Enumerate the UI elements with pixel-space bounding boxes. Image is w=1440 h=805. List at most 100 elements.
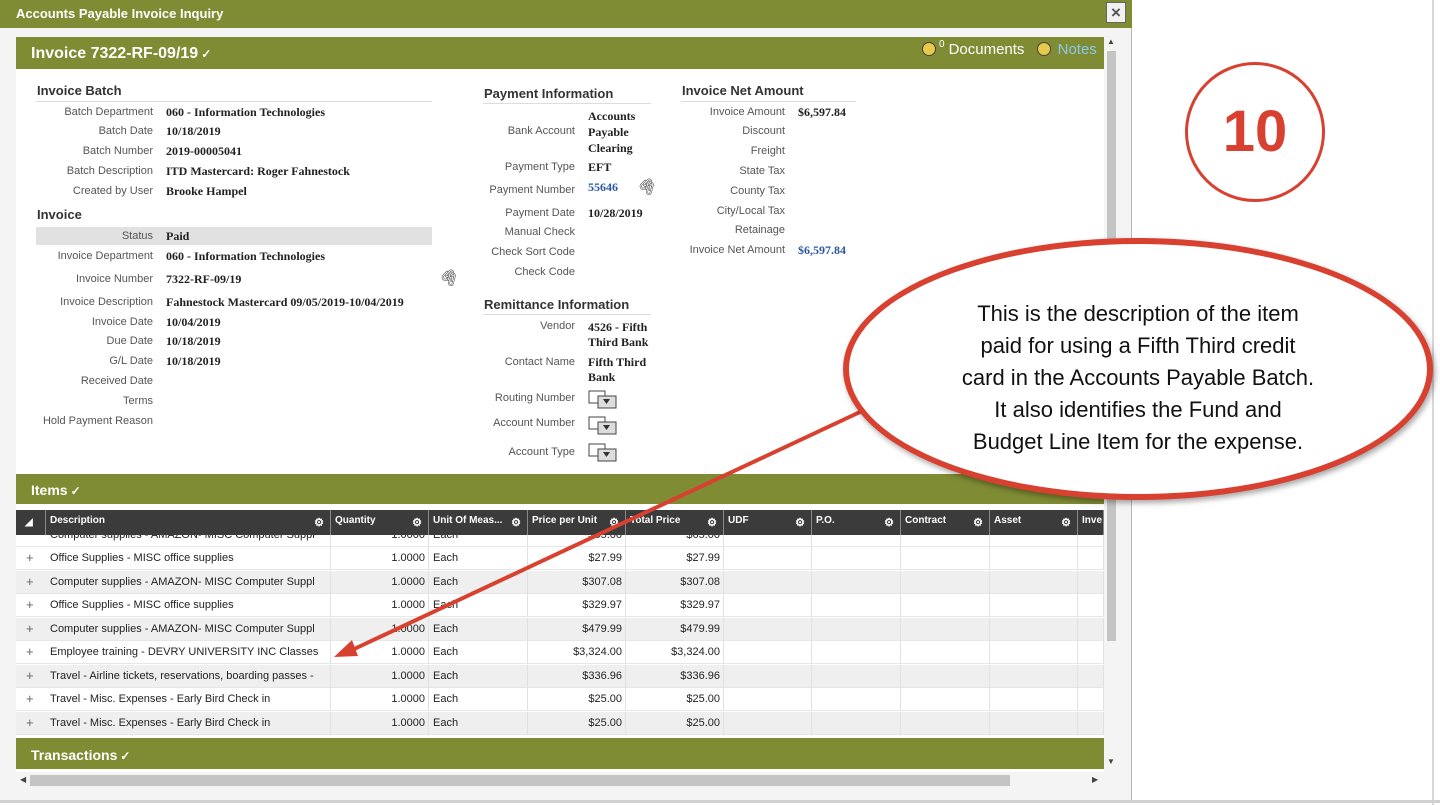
documents-link[interactable]: Documents	[949, 41, 1025, 58]
empty-cell	[724, 570, 812, 594]
scroll-right-icon[interactable]: ▶	[1092, 775, 1098, 784]
expand-row-icon[interactable]: +	[26, 597, 34, 612]
cell-unit: Each	[429, 617, 528, 641]
field-value: 10/18/2019	[166, 334, 221, 348]
column-header[interactable]: Contract ⚙	[901, 510, 990, 535]
field-value: $6,597.84	[798, 243, 846, 257]
notes-icon[interactable]	[1036, 42, 1051, 56]
field-label: Discount	[742, 125, 785, 137]
divider	[681, 101, 856, 102]
expand-row-icon[interactable]: +	[26, 621, 34, 636]
cell-price: $25.00	[528, 688, 626, 711]
gear-icon[interactable]: ⚙	[884, 516, 894, 529]
empty-cell	[812, 594, 901, 617]
expand-check-icon[interactable]: ✓	[71, 484, 81, 498]
column-header[interactable]: P.O. ⚙	[812, 510, 901, 535]
gear-icon[interactable]: ⚙	[795, 516, 805, 529]
select-all-toggle[interactable]: ◢	[16, 510, 46, 535]
lookup-icon[interactable]	[588, 442, 618, 462]
gear-icon[interactable]: ⚙	[314, 516, 324, 529]
expand-check-icon[interactable]: ✓	[201, 47, 211, 61]
column-header[interactable]: Unit Of Meas... ⚙	[429, 510, 528, 535]
vendor-label: Vendor	[540, 320, 575, 332]
items-title: Items	[31, 482, 68, 498]
expand-row-icon[interactable]: +	[26, 574, 34, 589]
cell-quantity: 1.0000	[331, 617, 429, 641]
field-value: Paid	[166, 229, 190, 243]
notes-link[interactable]: Notes	[1058, 41, 1097, 58]
gear-icon[interactable]: ⚙	[412, 516, 422, 529]
field-value: ITD Mastercard: Roger Fahnestock	[166, 164, 350, 178]
table-row[interactable]: + Office Supplies - MISC office supplies 1…	[16, 594, 1104, 617]
expand-row-icon[interactable]: +	[26, 550, 34, 565]
cell-price: $25.00	[528, 711, 626, 735]
expand-check-icon[interactable]: ✓	[120, 749, 130, 763]
payment-number-link[interactable]: 55646	[588, 180, 618, 195]
items-header[interactable]: Items ✓	[16, 474, 1104, 504]
expand-row-icon[interactable]: +	[26, 644, 34, 659]
column-header[interactable]: Description ⚙	[46, 510, 331, 535]
scroll-down-icon[interactable]: ▼	[1107, 757, 1115, 766]
table-row[interactable]: + Travel - Misc. Expenses - Early Bird Ch…	[16, 711, 1104, 735]
empty-cell	[812, 570, 901, 594]
invoice-header[interactable]: Invoice 7322-RF-09/19 ✓ 0 Documents Notes	[16, 37, 1104, 69]
column-header[interactable]: UDF ⚙	[724, 510, 812, 535]
scroll-left-icon[interactable]: ◀	[20, 775, 26, 784]
horizontal-scroll-thumb[interactable]	[30, 775, 1010, 786]
expand-row-icon[interactable]: +	[26, 668, 34, 683]
empty-cell	[724, 688, 812, 711]
cell-description: Travel - Airline tickets, reservations, …	[46, 664, 331, 688]
gear-icon[interactable]: ⚙	[707, 516, 717, 529]
table-row[interactable]: + Office Supplies - MISC office supplies 1…	[16, 547, 1104, 570]
gear-icon[interactable]: ⚙	[511, 516, 521, 529]
divider	[483, 103, 651, 104]
empty-cell	[724, 594, 812, 617]
field-value: 10/18/2019	[166, 124, 221, 138]
table-row[interactable]: + Computer supplies - AMAZON- MISC Comput…	[16, 617, 1104, 641]
documents-icon[interactable]	[922, 42, 936, 56]
cell-description: Travel - Misc. Expenses - Early Bird Che…	[46, 711, 331, 735]
horizontal-scrollbar[interactable]: ◀ ▶	[16, 772, 1118, 789]
routing-number-label: Routing Number	[494, 392, 575, 404]
empty-cell	[901, 688, 990, 711]
column-header[interactable]: Total Price ⚙	[626, 510, 724, 535]
transactions-header[interactable]: Transactions ✓	[16, 738, 1104, 769]
column-header[interactable]: Quantity ⚙	[331, 510, 429, 535]
table-row[interactable]: + Employee training - DEVRY UNIVERSITY IN…	[16, 641, 1104, 664]
table-row[interactable]: + Travel - Misc. Expenses - Early Bird Ch…	[16, 688, 1104, 711]
lookup-icon[interactable]	[588, 389, 618, 409]
column-header-label: UDF	[728, 515, 749, 526]
empty-cell	[724, 641, 812, 664]
callout-bubble: This is the description of the item paid …	[843, 238, 1433, 500]
payment-number-label: Payment Number	[489, 184, 575, 196]
field-value: Fahnestock Mastercard 09/05/2019-10/04/2…	[166, 295, 404, 309]
cell-price: $479.99	[528, 617, 626, 641]
cell-quantity: 1.0000	[331, 641, 429, 664]
expand-row-icon[interactable]: +	[26, 715, 34, 730]
table-row[interactable]: + Travel - Airline tickets, reservations,…	[16, 664, 1104, 688]
bank-account-line3: Clearing	[588, 141, 633, 155]
scroll-up-icon[interactable]: ▲	[1107, 37, 1115, 46]
cell-total: $25.00	[626, 688, 724, 711]
vendor-line2: Third Bank	[588, 335, 649, 349]
table-row-partial[interactable]: Computer supplies - AMAZON- MISC Compute…	[16, 535, 1104, 547]
gear-icon[interactable]: ⚙	[1061, 516, 1071, 529]
net-amount-title: Invoice Net Amount	[682, 83, 804, 98]
expand-row-icon[interactable]: +	[26, 691, 34, 706]
cell-unit: Each	[429, 547, 528, 570]
page-border-bottom	[0, 800, 1440, 803]
column-header[interactable]: Asset ⚙	[990, 510, 1078, 535]
gear-icon[interactable]: ⚙	[973, 516, 983, 529]
close-button[interactable]: ×	[1106, 2, 1126, 23]
payment-type-value: EFT	[588, 160, 612, 174]
cell-total: $3,324.00	[626, 641, 724, 664]
column-header[interactable]: Inve	[1078, 510, 1104, 535]
field-label: Received Date	[80, 375, 153, 387]
lookup-icon[interactable]	[588, 415, 618, 435]
field-value: $6,597.84	[798, 105, 846, 119]
gear-icon[interactable]: ⚙	[609, 516, 619, 529]
column-header[interactable]: Price per Unit ⚙	[528, 510, 626, 535]
cell-total: $307.08	[626, 570, 724, 594]
account-type-label: Account Type	[508, 446, 575, 458]
table-row[interactable]: + Computer supplies - AMAZON- MISC Comput…	[16, 570, 1104, 594]
